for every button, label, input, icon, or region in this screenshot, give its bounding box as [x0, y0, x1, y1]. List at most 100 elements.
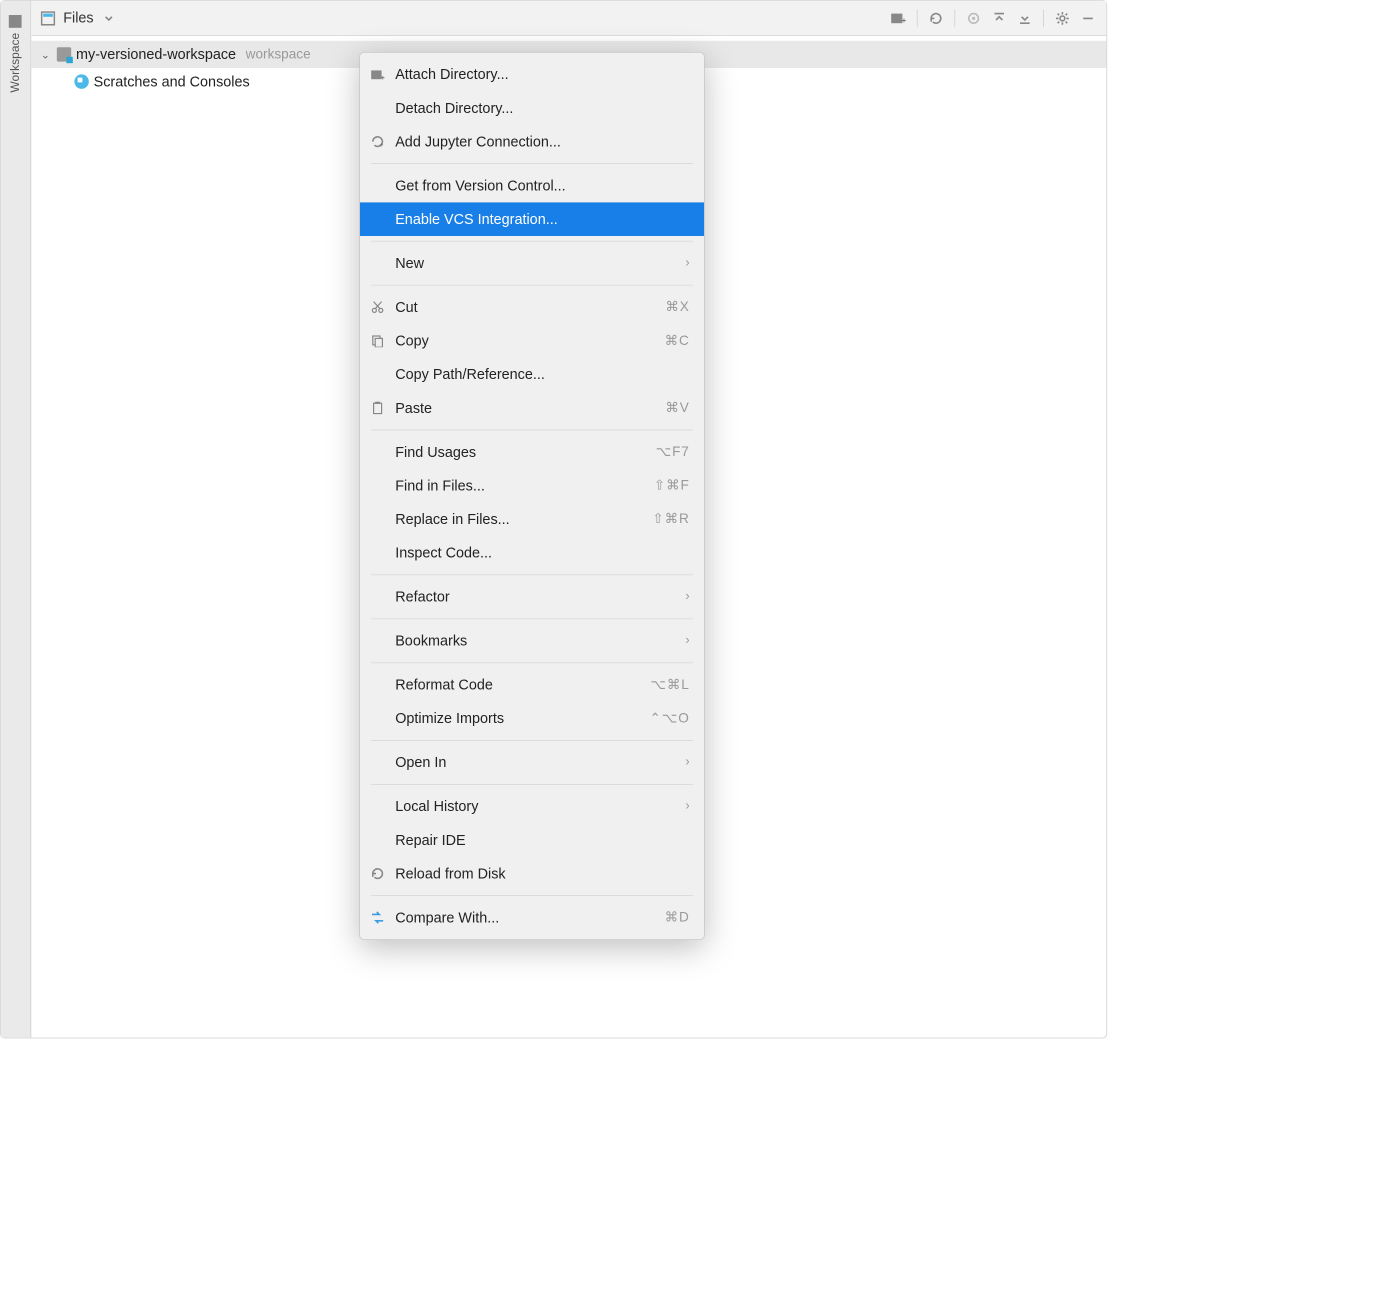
separator: [954, 9, 955, 27]
menu-item-add-jupyter-connection[interactable]: +Add Jupyter Connection...: [360, 125, 704, 159]
menu-item-label: Cut: [395, 299, 656, 316]
menu-item-attach-directory[interactable]: + Attach Directory...: [360, 58, 704, 92]
folder-icon: [9, 15, 22, 28]
gear-icon[interactable]: [1052, 8, 1073, 29]
blank-icon: [370, 478, 386, 494]
menu-item-label: Replace in Files...: [395, 511, 643, 528]
folder-icon: [57, 47, 71, 61]
menu-item-label: Reformat Code: [395, 676, 641, 693]
menu-item-shortcut: ⌘X: [665, 299, 689, 315]
blank-icon: [370, 589, 386, 605]
target-button[interactable]: [963, 8, 984, 29]
collapse-down-button[interactable]: [1014, 8, 1035, 29]
blank-icon: [370, 178, 386, 194]
menu-item-get-from-version-control[interactable]: Get from Version Control...: [360, 169, 704, 203]
blank-icon: [370, 366, 386, 382]
svg-text:+: +: [902, 16, 907, 25]
chevron-right-icon: ›: [685, 590, 689, 604]
menu-item-optimize-imports[interactable]: Optimize Imports⌃⌥O: [360, 702, 704, 736]
menu-separator: [371, 574, 693, 575]
tree-root-path-hint: workspace: [246, 46, 311, 62]
menu-item-shortcut: ⇧⌘F: [654, 478, 690, 494]
menu-item-shortcut: ⌘V: [665, 400, 689, 416]
svg-text:+: +: [381, 73, 385, 81]
blank-icon: [370, 832, 386, 848]
menu-separator: [371, 662, 693, 663]
menu-separator: [371, 895, 693, 896]
blank-icon: [370, 444, 386, 460]
menu-item-label: Enable VCS Integration...: [395, 211, 689, 228]
menu-item-repair-ide[interactable]: Repair IDE: [360, 823, 704, 857]
menu-item-label: Compare With...: [395, 909, 655, 926]
context-menu: + Attach Directory... Detach Directory... +…: [359, 52, 705, 940]
menu-item-reload-from-disk[interactable]: Reload from Disk: [360, 857, 704, 891]
topbar: Files +: [31, 1, 1106, 36]
menu-item-refactor[interactable]: Refactor›: [360, 580, 704, 614]
topbar-right: +: [888, 8, 1098, 29]
menu-item-label: Detach Directory...: [395, 100, 689, 117]
left-tab-strip: Workspace: [1, 1, 31, 1038]
menu-item-cut[interactable]: Cut ⌘X: [360, 290, 704, 324]
refresh-button[interactable]: [926, 8, 947, 29]
chevron-down-icon[interactable]: ⌄: [41, 48, 52, 62]
reload-icon: [370, 866, 386, 882]
chevron-right-icon: ›: [685, 256, 689, 270]
menu-item-replace-in-files[interactable]: Replace in Files... ⇧⌘R: [360, 502, 704, 536]
menu-item-find-usages[interactable]: Find Usages⌥F7: [360, 435, 704, 469]
menu-item-label: Repair IDE: [395, 832, 689, 849]
menu-item-enable-vcs-integration[interactable]: Enable VCS Integration...: [360, 202, 704, 236]
cut-icon: [370, 299, 386, 315]
menu-item-label: Paste: [395, 400, 656, 417]
blank-icon: [370, 633, 386, 649]
menu-item-bookmarks[interactable]: Bookmarks›: [360, 624, 704, 658]
menu-item-reformat-code[interactable]: Reformat Code⌥⌘L: [360, 668, 704, 702]
menu-item-shortcut: ⌘C: [665, 333, 690, 349]
menu-item-label: Copy: [395, 332, 655, 349]
folder-add-icon: +: [370, 66, 386, 82]
blank-icon: [370, 545, 386, 561]
menu-item-shortcut: ⌘D: [665, 910, 690, 926]
menu-item-label: New: [395, 255, 676, 272]
menu-item-find-in-files[interactable]: Find in Files...⇧⌘F: [360, 469, 704, 503]
menu-item-copy[interactable]: Copy ⌘C: [360, 324, 704, 358]
collapse-up-button[interactable]: [989, 8, 1010, 29]
workspace-tab[interactable]: Workspace: [6, 9, 26, 99]
add-folder-button[interactable]: +: [888, 8, 909, 29]
menu-item-label: Attach Directory...: [395, 66, 689, 83]
menu-item-label: Open In: [395, 754, 676, 771]
blank-icon: [370, 798, 386, 814]
menu-separator: [371, 163, 693, 164]
paste-icon: [370, 400, 386, 416]
scratch-icon: [74, 74, 88, 88]
menu-item-local-history[interactable]: Local History›: [360, 790, 704, 824]
menu-item-label: Find Usages: [395, 444, 646, 461]
blank-icon: [370, 677, 386, 693]
blank-icon: [370, 100, 386, 116]
menu-item-shortcut: ⌃⌥O: [650, 710, 690, 726]
menu-item-open-in[interactable]: Open In ›: [360, 746, 704, 780]
topbar-left: Files: [39, 9, 117, 27]
workspace-tab-label: Workspace: [9, 33, 23, 93]
compare-icon: [370, 910, 386, 926]
menu-item-detach-directory[interactable]: Detach Directory...: [360, 91, 704, 125]
window-icon: [39, 9, 57, 27]
tree-root-label: my-versioned-workspace: [76, 46, 236, 63]
refresh-add-icon: +: [370, 134, 386, 150]
chevron-right-icon: ›: [685, 799, 689, 813]
menu-item-inspect-code[interactable]: Inspect Code...: [360, 536, 704, 570]
blank-icon: [370, 754, 386, 770]
menu-item-copy-path-reference[interactable]: Copy Path/Reference...: [360, 358, 704, 392]
menu-item-label: Reload from Disk: [395, 865, 689, 882]
menu-item-compare-with[interactable]: Compare With... ⌘D: [360, 901, 704, 935]
chevron-right-icon: ›: [685, 755, 689, 769]
chevron-down-icon[interactable]: [100, 9, 118, 27]
menu-separator: [371, 241, 693, 242]
menu-item-shortcut: ⇧⌘R: [652, 511, 689, 527]
menu-separator: [371, 740, 693, 741]
menu-item-new[interactable]: New ›: [360, 246, 704, 280]
blank-icon: [370, 710, 386, 726]
topbar-title: Files: [63, 10, 93, 27]
menu-item-label: Get from Version Control...: [395, 177, 689, 194]
minimize-button[interactable]: [1078, 8, 1099, 29]
menu-item-paste[interactable]: Paste ⌘V: [360, 391, 704, 425]
